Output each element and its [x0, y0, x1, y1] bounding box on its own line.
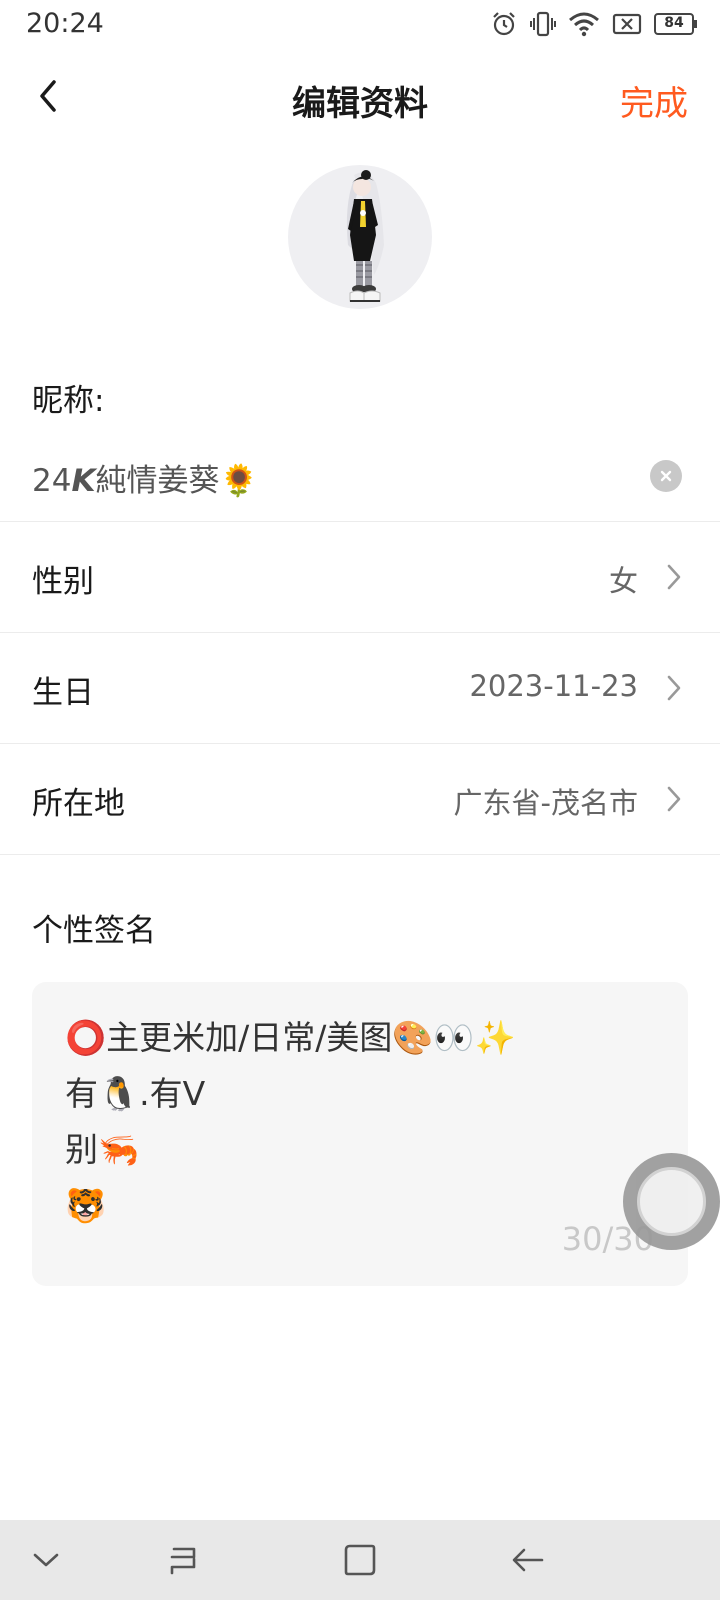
signature-line: 🐯 [65, 1186, 107, 1225]
divider [0, 854, 720, 855]
signature-label: 个性签名 [32, 913, 156, 949]
system-nav-bar [0, 1520, 720, 1600]
chevron-right-icon [664, 784, 684, 814]
nav-bar: 编辑资料 完成 [0, 60, 720, 136]
nickname-label: 昵称: [32, 383, 105, 419]
signature-line: ⭕主更米加/日常/美图🎨👀✨ [65, 1018, 516, 1057]
location-value: 广东省-茂名市 [453, 786, 638, 820]
gender-value: 女 [608, 564, 638, 598]
signature-line: 有🐧.有V [65, 1074, 206, 1113]
sim-disabled-icon [612, 13, 642, 35]
vibrate-icon [530, 10, 556, 38]
clear-icon[interactable] [650, 460, 682, 492]
nickname-input[interactable]: 24𝙆純情姜葵🌻 [32, 455, 632, 500]
back-arrow-icon[interactable] [508, 1540, 548, 1580]
location-row[interactable]: 所在地 广东省-茂名市 [0, 744, 720, 854]
battery-level: 84 [664, 15, 684, 31]
birthday-row[interactable]: 生日 2023-11-23 [0, 633, 720, 743]
anime-character-avatar-image [346, 170, 384, 302]
status-bar: 20:24 84 [0, 0, 720, 50]
avatar[interactable] [288, 165, 432, 309]
gender-row[interactable]: 性别 女 [0, 522, 720, 632]
location-label: 所在地 [32, 786, 125, 822]
alarm-icon [490, 10, 518, 38]
signature-textarea[interactable]: ⭕主更米加/日常/美图🎨👀✨ 有🐧.有V 别🦐 🐯 30/30 [32, 982, 688, 1286]
page-title: 编辑资料 [292, 84, 428, 124]
home-icon[interactable] [340, 1540, 380, 1580]
status-time: 20:24 [26, 8, 104, 39]
floating-assist-button[interactable] [623, 1153, 720, 1250]
wifi-icon [568, 11, 600, 37]
chevron-right-icon [664, 673, 684, 703]
recents-icon[interactable] [163, 1540, 203, 1580]
birthday-label: 生日 [32, 675, 94, 711]
gender-label: 性别 [32, 564, 94, 600]
status-icons: 84 [490, 8, 698, 40]
battery-icon: 84 [654, 12, 698, 36]
signature-text: ⭕主更米加/日常/美图🎨👀✨ 有🐧.有V 别🦐 🐯 [65, 1010, 516, 1234]
done-button[interactable]: 完成 [620, 76, 688, 125]
signature-line: 别🦐 [65, 1130, 140, 1169]
collapse-down-icon[interactable] [26, 1540, 66, 1580]
floating-assist-inner [637, 1167, 706, 1236]
birthday-value: 2023-11-23 [469, 669, 638, 703]
chevron-right-icon [664, 562, 684, 592]
